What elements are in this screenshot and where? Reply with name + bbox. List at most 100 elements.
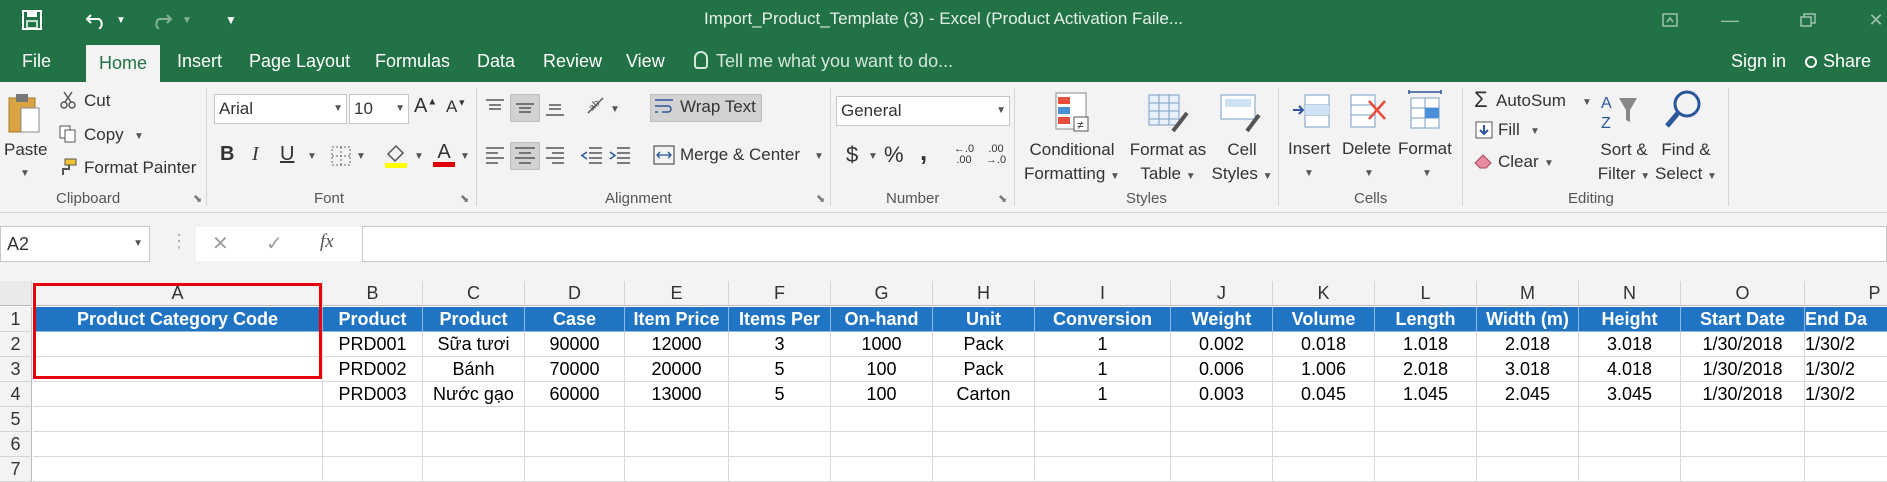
format-painter-button[interactable]: Format Painter bbox=[84, 158, 196, 178]
share-button[interactable]: Share bbox=[1805, 41, 1871, 82]
format-cells-icon[interactable] bbox=[1404, 88, 1446, 132]
cell-m1[interactable]: Width (m) bbox=[1477, 307, 1579, 332]
grow-font-icon[interactable]: A▲ bbox=[414, 95, 437, 118]
font-color-icon[interactable]: A bbox=[432, 140, 456, 168]
align-right-icon[interactable] bbox=[544, 144, 566, 166]
font-color-dropdown-icon[interactable]: ▼ bbox=[460, 151, 470, 162]
cell-styles-button[interactable]: Cell Styles ▼ bbox=[1206, 138, 1278, 189]
column-header-k[interactable]: K bbox=[1273, 281, 1375, 306]
cell-n2[interactable]: 3.018 bbox=[1579, 332, 1681, 357]
sign-in-link[interactable]: Sign in bbox=[1731, 41, 1786, 82]
clear-icon[interactable] bbox=[1474, 152, 1494, 172]
copy-dropdown-icon[interactable]: ▼ bbox=[134, 131, 144, 142]
row-header-6[interactable]: 6 bbox=[0, 432, 32, 457]
sort-filter-icon[interactable]: AZ bbox=[1598, 90, 1640, 134]
restore-icon[interactable] bbox=[1794, 6, 1822, 34]
insert-cells-icon[interactable] bbox=[1290, 90, 1332, 132]
tab-view[interactable]: View bbox=[626, 41, 665, 82]
cell-m3[interactable]: 3.018 bbox=[1477, 357, 1579, 382]
cell-k2[interactable]: 0.018 bbox=[1273, 332, 1375, 357]
fill-color-dropdown-icon[interactable]: ▼ bbox=[414, 151, 424, 162]
cell-d6[interactable] bbox=[525, 432, 625, 457]
cell-i2[interactable]: 1 bbox=[1035, 332, 1171, 357]
cell-a2[interactable] bbox=[33, 332, 323, 357]
row-header-3[interactable]: 3 bbox=[0, 357, 32, 382]
cell-styles-icon[interactable] bbox=[1218, 90, 1262, 134]
align-top-icon[interactable] bbox=[484, 96, 506, 118]
cell-j7[interactable] bbox=[1171, 457, 1273, 482]
enter-icon[interactable]: ✓ bbox=[266, 231, 283, 256]
cell-c1[interactable]: Product bbox=[423, 307, 525, 332]
autosum-button[interactable]: AutoSum bbox=[1496, 91, 1566, 111]
shrink-font-icon[interactable]: A▼ bbox=[446, 97, 466, 117]
align-left-icon[interactable] bbox=[484, 144, 506, 166]
minimize-icon[interactable]: — bbox=[1716, 6, 1744, 34]
conditional-formatting-button[interactable]: Conditional Formatting ▼ bbox=[1024, 138, 1120, 189]
cell-d2[interactable]: 90000 bbox=[525, 332, 625, 357]
cell-g1[interactable]: On-hand bbox=[831, 307, 933, 332]
cell-h1[interactable]: Unit bbox=[933, 307, 1035, 332]
cell-i1[interactable]: Conversion bbox=[1035, 307, 1171, 332]
cell-e5[interactable] bbox=[625, 407, 729, 432]
delete-cells-button[interactable]: Delete bbox=[1342, 139, 1391, 159]
cell-b1[interactable]: Product bbox=[323, 307, 423, 332]
font-name-select[interactable]: Arial ▼ bbox=[214, 94, 347, 124]
cell-h2[interactable]: Pack bbox=[933, 332, 1035, 357]
cell-m4[interactable]: 2.045 bbox=[1477, 382, 1579, 407]
cell-n1[interactable]: Height bbox=[1579, 307, 1681, 332]
cell-i6[interactable] bbox=[1035, 432, 1171, 457]
cell-l1[interactable]: Length bbox=[1375, 307, 1477, 332]
column-header-d[interactable]: D bbox=[525, 281, 625, 306]
cell-k6[interactable] bbox=[1273, 432, 1375, 457]
cell-o5[interactable] bbox=[1681, 407, 1805, 432]
align-center-button[interactable] bbox=[510, 142, 540, 170]
cell-a5[interactable] bbox=[33, 407, 323, 432]
cell-g3[interactable]: 100 bbox=[831, 357, 933, 382]
cell-k3[interactable]: 1.006 bbox=[1273, 357, 1375, 382]
fill-color-icon[interactable] bbox=[384, 142, 408, 168]
cell-o7[interactable] bbox=[1681, 457, 1805, 482]
tab-file[interactable]: File bbox=[22, 41, 51, 82]
cell-i3[interactable]: 1 bbox=[1035, 357, 1171, 382]
tab-page-layout[interactable]: Page Layout bbox=[249, 41, 350, 82]
column-header-p[interactable]: P bbox=[1805, 281, 1887, 306]
align-middle-button[interactable] bbox=[510, 94, 540, 122]
cell-l3[interactable]: 2.018 bbox=[1375, 357, 1477, 382]
cell-c7[interactable] bbox=[423, 457, 525, 482]
cell-f2[interactable]: 3 bbox=[729, 332, 831, 357]
cell-j6[interactable] bbox=[1171, 432, 1273, 457]
orientation-icon[interactable]: ab bbox=[584, 94, 608, 118]
borders-dropdown-icon[interactable]: ▼ bbox=[356, 151, 366, 162]
formula-input[interactable] bbox=[362, 226, 1887, 262]
close-icon[interactable]: ✕ bbox=[1862, 6, 1887, 34]
column-header-h[interactable]: H bbox=[933, 281, 1035, 306]
cell-e6[interactable] bbox=[625, 432, 729, 457]
row-header-7[interactable]: 7 bbox=[0, 457, 32, 482]
fill-dropdown-icon[interactable]: ▼ bbox=[1530, 126, 1540, 137]
cell-e1[interactable]: Item Price bbox=[625, 307, 729, 332]
cell-f4[interactable]: 5 bbox=[729, 382, 831, 407]
cell-m2[interactable]: 2.018 bbox=[1477, 332, 1579, 357]
column-header-f[interactable]: F bbox=[729, 281, 831, 306]
cell-o1[interactable]: Start Date bbox=[1681, 307, 1805, 332]
insert-function-icon[interactable]: fx bbox=[320, 231, 334, 253]
column-header-b[interactable]: B bbox=[323, 281, 423, 306]
cell-f7[interactable] bbox=[729, 457, 831, 482]
italic-button[interactable]: I bbox=[252, 143, 259, 166]
increase-decimal-icon[interactable]: ←.0.00 bbox=[950, 142, 978, 168]
insert-cells-button[interactable]: Insert bbox=[1288, 139, 1331, 159]
cell-m6[interactable] bbox=[1477, 432, 1579, 457]
clear-button[interactable]: Clear bbox=[1498, 152, 1539, 172]
tab-home[interactable]: Home bbox=[86, 45, 161, 82]
cell-o2[interactable]: 1/30/2018 bbox=[1681, 332, 1805, 357]
cell-b5[interactable] bbox=[323, 407, 423, 432]
autosum-dropdown-icon[interactable]: ▼ bbox=[1582, 97, 1592, 108]
cell-g6[interactable] bbox=[831, 432, 933, 457]
currency-dropdown-icon[interactable]: ▼ bbox=[868, 151, 878, 162]
cell-l5[interactable] bbox=[1375, 407, 1477, 432]
cell-c3[interactable]: Bánh bbox=[423, 357, 525, 382]
cell-f3[interactable]: 5 bbox=[729, 357, 831, 382]
fill-icon[interactable] bbox=[1474, 120, 1494, 140]
cell-d1[interactable]: Case bbox=[525, 307, 625, 332]
column-header-i[interactable]: I bbox=[1035, 281, 1171, 306]
